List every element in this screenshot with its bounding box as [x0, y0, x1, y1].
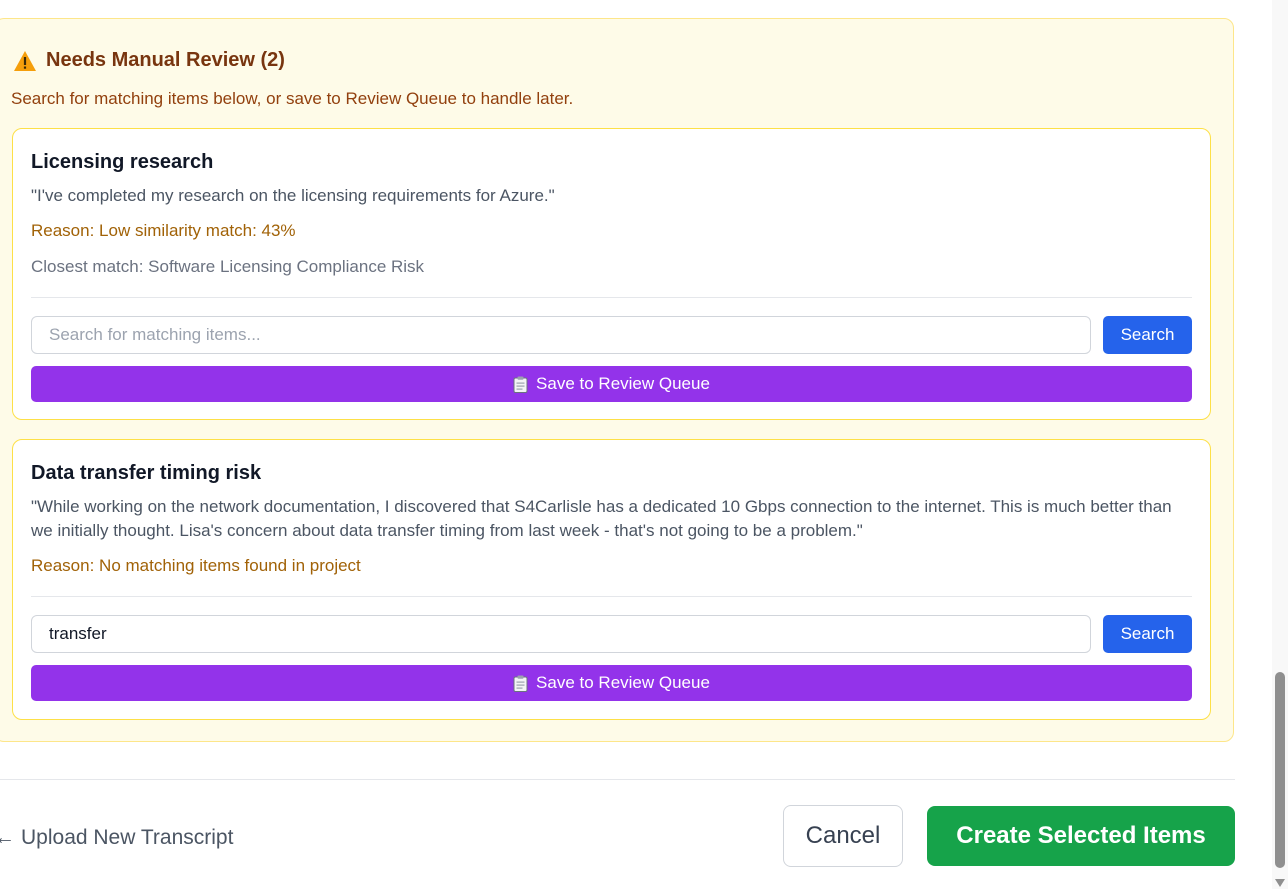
item-quote: "I've completed my research on the licen… [31, 186, 555, 205]
item-title: Licensing research [31, 151, 214, 173]
item-title: Data transfer timing risk [31, 462, 262, 484]
scrollbar[interactable] [1272, 0, 1288, 889]
search-input[interactable] [31, 615, 1091, 653]
search-input[interactable] [31, 316, 1091, 354]
save-to-review-queue-button[interactable]: Save to Review Queue [31, 366, 1192, 402]
save-button-label: Save to Review Queue [536, 673, 710, 692]
item-closest-match: Closest match: Software Licensing Compli… [31, 257, 425, 276]
panel-title: Needs Manual Review (2) [46, 49, 285, 71]
card-divider [31, 297, 1192, 298]
save-button-label: Save to Review Queue [536, 374, 710, 393]
footer-divider [0, 779, 1235, 780]
manual-review-panel: Needs Manual Review (2) Search for match… [0, 18, 1234, 742]
clipboard-icon [513, 376, 528, 393]
item-quote: "While working on the network documentat… [31, 497, 1172, 540]
review-item-card: Data transfer timing risk "While working… [12, 439, 1211, 720]
upload-new-transcript-link[interactable]: ← Upload New Transcript [0, 826, 233, 850]
warning-icon [14, 50, 36, 71]
scrollbar-thumb[interactable] [1275, 672, 1285, 868]
item-reason: Reason: Low similarity match: 43% [31, 221, 296, 240]
arrow-left-icon: ← [0, 826, 15, 849]
panel-subtitle: Search for matching items below, or save… [11, 89, 574, 108]
scroll-down-arrow-icon[interactable] [1275, 879, 1285, 887]
create-selected-items-button[interactable]: Create Selected Items [927, 806, 1235, 866]
cancel-button[interactable]: Cancel [783, 805, 903, 867]
panel-header: Needs Manual Review (2) [13, 49, 285, 72]
search-button[interactable]: Search [1103, 615, 1192, 653]
save-to-review-queue-button[interactable]: Save to Review Queue [31, 665, 1192, 701]
card-divider [31, 596, 1192, 597]
upload-link-label: Upload New Transcript [21, 826, 234, 849]
review-item-card: Licensing research "I've completed my re… [12, 128, 1211, 420]
search-button[interactable]: Search [1103, 316, 1192, 354]
clipboard-icon [513, 675, 528, 692]
top-area [0, 0, 1235, 18]
item-reason: Reason: No matching items found in proje… [31, 556, 361, 575]
